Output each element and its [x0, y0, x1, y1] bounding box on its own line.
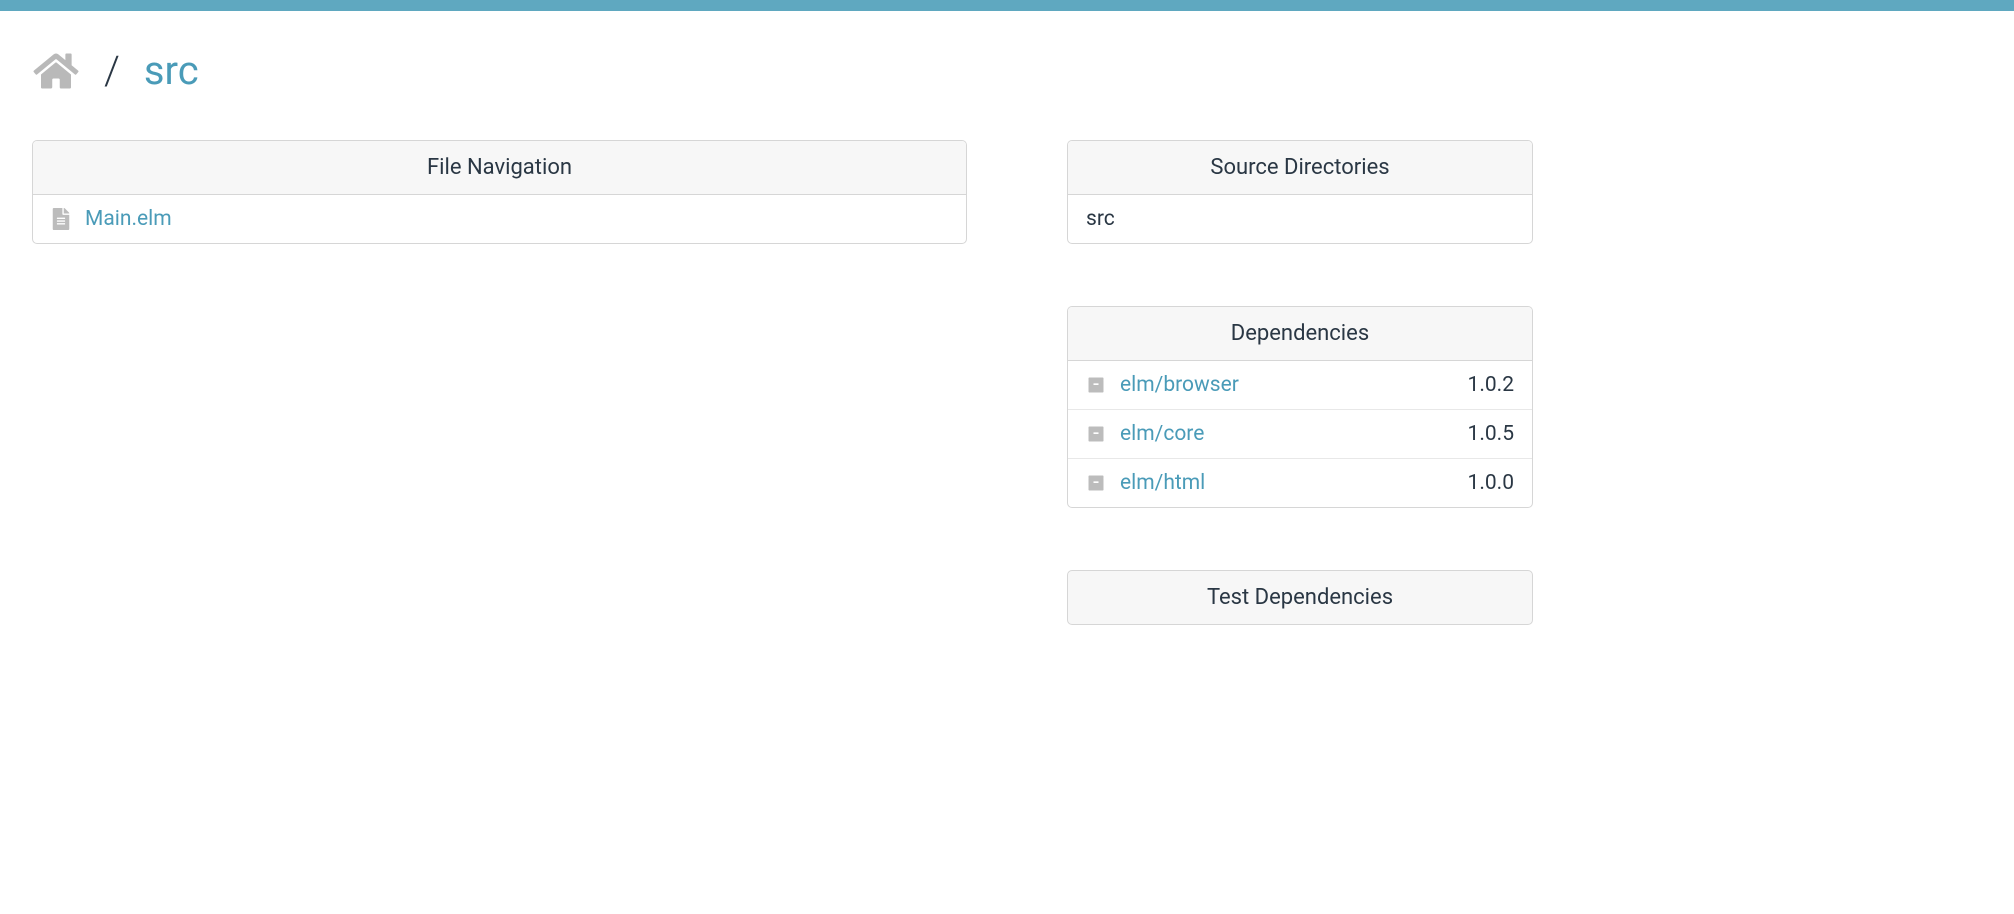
dependencies-list: elm/browser1.0.2elm/core1.0.5elm/html1.0… — [1068, 361, 1532, 507]
file-navigation-header: File Navigation — [33, 141, 966, 195]
dependency-row[interactable]: elm/browser1.0.2 — [1068, 361, 1532, 410]
left-column: File Navigation Main.elm — [32, 140, 967, 306]
right-column: Source Directories src Dependencies elm/… — [1067, 140, 1533, 625]
source-directories-panel: Source Directories src — [1067, 140, 1533, 244]
dependency-version: 1.0.0 — [1468, 471, 1514, 495]
file-navigation-panel: File Navigation Main.elm — [32, 140, 967, 244]
dependency-name[interactable]: elm/core — [1120, 422, 1468, 446]
top-bar — [0, 0, 2014, 11]
file-row[interactable]: Main.elm — [33, 195, 966, 243]
package-icon — [1086, 424, 1106, 444]
dependency-name[interactable]: elm/browser — [1120, 373, 1468, 397]
columns: File Navigation Main.elm Source Director… — [32, 140, 1982, 625]
breadcrumb-separator: / — [104, 47, 120, 94]
file-list: Main.elm — [33, 195, 966, 243]
dependencies-panel: Dependencies elm/browser1.0.2elm/core1.0… — [1067, 306, 1533, 508]
dependency-name[interactable]: elm/html — [1120, 471, 1468, 495]
test-dependencies-panel: Test Dependencies — [1067, 570, 1533, 625]
package-icon — [1086, 375, 1106, 395]
file-icon — [51, 208, 71, 230]
source-directories-header: Source Directories — [1068, 141, 1532, 195]
breadcrumb-current[interactable]: src — [144, 47, 199, 94]
dependencies-header: Dependencies — [1068, 307, 1532, 361]
dependency-version: 1.0.5 — [1468, 422, 1514, 446]
dependency-row[interactable]: elm/html1.0.0 — [1068, 459, 1532, 507]
package-icon — [1086, 473, 1106, 493]
source-directory-row: src — [1068, 195, 1532, 243]
home-icon[interactable] — [32, 51, 80, 91]
source-directories-list: src — [1068, 195, 1532, 243]
dependency-version: 1.0.2 — [1468, 373, 1514, 397]
file-name[interactable]: Main.elm — [85, 207, 172, 231]
breadcrumb: / src — [32, 47, 1982, 94]
page-container: / src File Navigation Main.elm Source Di… — [0, 11, 2014, 661]
source-directory-path: src — [1086, 207, 1115, 231]
dependency-row[interactable]: elm/core1.0.5 — [1068, 410, 1532, 459]
